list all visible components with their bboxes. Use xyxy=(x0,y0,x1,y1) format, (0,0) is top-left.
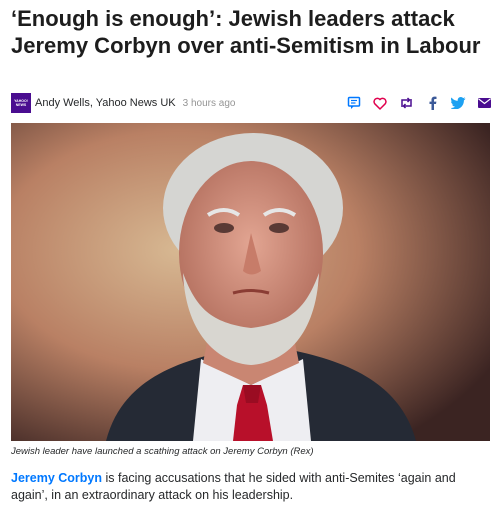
lead-paragraph: Jeremy Corbyn is facing accusations that… xyxy=(11,470,495,504)
facebook-icon[interactable] xyxy=(421,92,443,114)
byline-row: YAHOO! NEWS Andy Wells, Yahoo News UK 3 … xyxy=(11,92,495,114)
heart-icon[interactable] xyxy=(369,92,391,114)
hero-photo[interactable] xyxy=(11,123,490,441)
hero-photo-illustration xyxy=(11,123,490,441)
article-headline: ‘Enough is enough’: Jewish leaders attac… xyxy=(11,6,481,58)
image-caption: Jewish leader have launched a scathing a… xyxy=(11,446,314,457)
provider-logo[interactable]: YAHOO! NEWS xyxy=(11,93,31,113)
provider-logo-text: YAHOO! NEWS xyxy=(14,99,28,107)
comment-icon[interactable] xyxy=(343,92,365,114)
jeremy-corbyn-link[interactable]: Jeremy Corbyn xyxy=(11,471,102,485)
share-bar xyxy=(339,92,495,114)
twitter-icon[interactable] xyxy=(447,92,469,114)
author-byline[interactable]: Andy Wells, Yahoo News UK xyxy=(35,97,176,109)
mail-icon[interactable] xyxy=(473,92,495,114)
retweet-icon[interactable] xyxy=(395,92,417,114)
timestamp: 3 hours ago xyxy=(182,97,236,109)
